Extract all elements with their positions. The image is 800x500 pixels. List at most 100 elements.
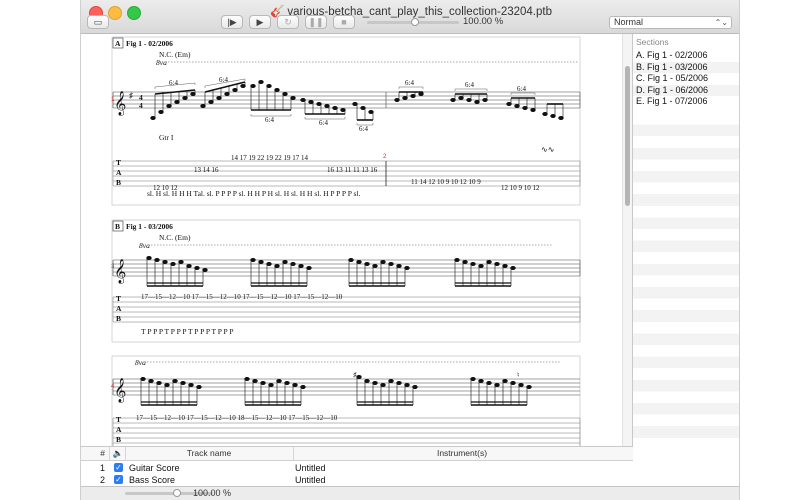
tracks-table-header: # 🔈 Track name Instrument(s) (81, 447, 633, 461)
octave-mark-c: 8va (135, 358, 146, 367)
zoom-label: 100.00 % (193, 488, 232, 498)
notes-c (140, 374, 532, 406)
octave-mark-b: 8va (139, 241, 150, 250)
tracks-table: # 🔈 Track name Instrument(s) 1 ✓ Guitar … (81, 446, 633, 486)
articulation-row-b: T P P P T P P P T P P P T P P P (141, 327, 234, 336)
section-letter-b: B (115, 222, 120, 231)
column-header-track-name[interactable]: Track name (125, 447, 293, 460)
track-number: 2 (99, 475, 105, 485)
tab-letter-b-a: B (116, 178, 121, 187)
system-a: A Fig 1 - 02/2006 N.C. (Em) 8va 1 𝄞 ♯ 4 … (111, 36, 581, 206)
playback-speed-slider-handle[interactable] (411, 18, 419, 26)
section-title-a: Fig 1 - 02/2006 (126, 39, 173, 48)
tuplet-label-4: 6:4 (319, 119, 328, 127)
speaker-icon[interactable]: 🔈 (111, 447, 125, 460)
play-icon: ▶ (256, 17, 264, 27)
tuplet-label-3: 6:4 (265, 116, 274, 124)
section-item-b[interactable]: B. Fig 1 - 03/2006 (633, 61, 739, 74)
tab-numbers-b: 17—15—12—10 17—15—12—10 17—15—12—10 17—1… (141, 293, 343, 301)
sections-empty-rows (633, 113, 739, 446)
stop-icon: ■ (341, 17, 347, 27)
natural-accidental-icon: ♮ (517, 371, 520, 379)
loop-button[interactable]: ↻ (277, 15, 299, 29)
tuplet-label-1: 6:4 (169, 79, 178, 87)
tab-letter-b-b: B (116, 314, 121, 323)
system-c-frame (111, 355, 581, 446)
articulation-row-a: sl. H sl. H H H Tal. sl. P P P P sl. H H… (147, 189, 360, 198)
window-title-text: various-betcha_cant_play_this_collection… (287, 6, 552, 18)
tab-letter-a-b: A (116, 304, 122, 313)
column-header-number[interactable]: # (81, 447, 105, 460)
track-row[interactable]: 1 ✓ Guitar Score Untitled (81, 462, 633, 474)
app-window: 🎸 various-betcha_cant_play_this_collectio… (80, 0, 740, 500)
track-number: 1 (99, 463, 105, 473)
stop-button[interactable]: ■ (333, 15, 355, 29)
track-enabled-checkbox[interactable]: ✓ (114, 475, 123, 484)
treble-clef-icon-c: 𝄞 (114, 378, 126, 403)
track-enabled-checkbox[interactable]: ✓ (114, 463, 123, 472)
section-item-d[interactable]: D. Fig 1 - 06/2006 (633, 84, 739, 97)
score-vertical-scrollbar[interactable] (622, 34, 632, 446)
section-letter-a: A (115, 39, 121, 48)
column-header-instruments[interactable]: Instrument(s) (293, 447, 631, 460)
tab-numbers-a3: 16 13 11 11 13 16 (327, 166, 378, 174)
tab-letter-t-a: T (116, 158, 121, 167)
chevron-updown-icon: ⌃⌄ (714, 18, 728, 27)
view-mode-value: Normal (614, 17, 644, 27)
tuplet-label-8: 6:4 (517, 85, 526, 93)
tuplet-label-5: 6:4 (359, 125, 368, 133)
guitar-label: Gtr I (159, 133, 174, 142)
status-bar: 100.00 % (81, 486, 739, 500)
sections-header: Sections (636, 37, 669, 47)
system-b: B Fig 1 - 03/2006 N.C. (Em) 8va 3 𝄞 T A … (111, 219, 581, 343)
track-name[interactable]: Bass Score (129, 474, 175, 486)
tab-letter-t-b: T (116, 294, 121, 303)
tab-numbers-a2: 13 14 16 (194, 166, 219, 174)
measure-number-2: 2 (383, 154, 387, 160)
pause-icon: ❚❚ (308, 17, 324, 27)
time-signature-bottom: 4 (139, 101, 143, 110)
view-mode-select[interactable]: Normal ⌃⌄ (609, 16, 732, 29)
treble-clef-icon: 𝄞 (114, 91, 126, 116)
tab-numbers-c: 17—15—12—10 17—15—12—10 18—15—12—10 17—1… (136, 414, 338, 422)
section-item-e[interactable]: E. Fig 1 - 07/2006 (633, 96, 739, 108)
tab-letter-b-c: B (116, 435, 121, 444)
score-sheet: .st{stroke:#444;stroke-width:0.6;} .tb{s… (111, 36, 581, 446)
section-item-c[interactable]: C. Fig 1 - 05/2006 (633, 73, 739, 85)
section-title-b: Fig 1 - 03/2006 (126, 222, 173, 231)
notes-b (146, 256, 516, 287)
treble-clef-icon-b: 𝄞 (114, 259, 126, 284)
pause-button[interactable]: ❚❚ (305, 15, 327, 29)
system-c: 8va 4 𝄞 ♯ ♮ T A B 17—15—12—10 17—15—12—1… (111, 355, 581, 446)
octave-mark-a: 8va (156, 58, 167, 67)
zoom-slider-handle[interactable] (173, 489, 181, 497)
score-view[interactable]: .st{stroke:#444;stroke-width:0.6;} .tb{s… (81, 34, 631, 446)
play-from-start-icon: |▶ (227, 17, 237, 27)
play-from-start-button[interactable]: |▶ (221, 15, 243, 29)
print-button[interactable]: ▭ (87, 15, 109, 29)
track-instrument[interactable]: Untitled (295, 462, 326, 474)
tuplet-label-2: 6:4 (219, 76, 228, 84)
playback-speed-slider[interactable] (367, 18, 459, 26)
tab-numbers-a6: 12 10 9 10 12 (501, 184, 540, 192)
track-instrument[interactable]: Untitled (295, 474, 326, 486)
sharp-accidental-icon: ♯ (353, 372, 357, 379)
tab-staff-c (112, 417, 581, 446)
playback-speed-label: 100.00 % (463, 16, 504, 27)
section-item-a[interactable]: A. Fig 1 - 02/2006 (633, 50, 739, 62)
play-button[interactable]: ▶ (249, 15, 271, 29)
titlebar: 🎸 various-betcha_cant_play_this_collectio… (81, 0, 739, 34)
tab-numbers-a4: 11 14 12 10 9 10 12 10 9 (411, 178, 481, 186)
track-name[interactable]: Guitar Score (129, 462, 180, 474)
key-signature-sharp-icon: ♯ (129, 91, 133, 100)
tab-letter-a-a: A (116, 168, 122, 177)
vibrato-icon: ∿∿ (541, 145, 554, 154)
tab-letter-t-c: T (116, 415, 121, 424)
score-scrollbar-thumb[interactable] (625, 66, 630, 206)
printer-icon: ▭ (93, 17, 103, 27)
loop-icon: ↻ (284, 17, 292, 27)
tuplet-label-7: 6:4 (465, 81, 474, 89)
track-row[interactable]: 2 ✓ Bass Score Untitled (81, 474, 633, 486)
tab-numbers-a1: 14 17 19 22 19 22 19 17 14 (231, 154, 309, 162)
chord-name-b: N.C. (Em) (159, 233, 191, 242)
